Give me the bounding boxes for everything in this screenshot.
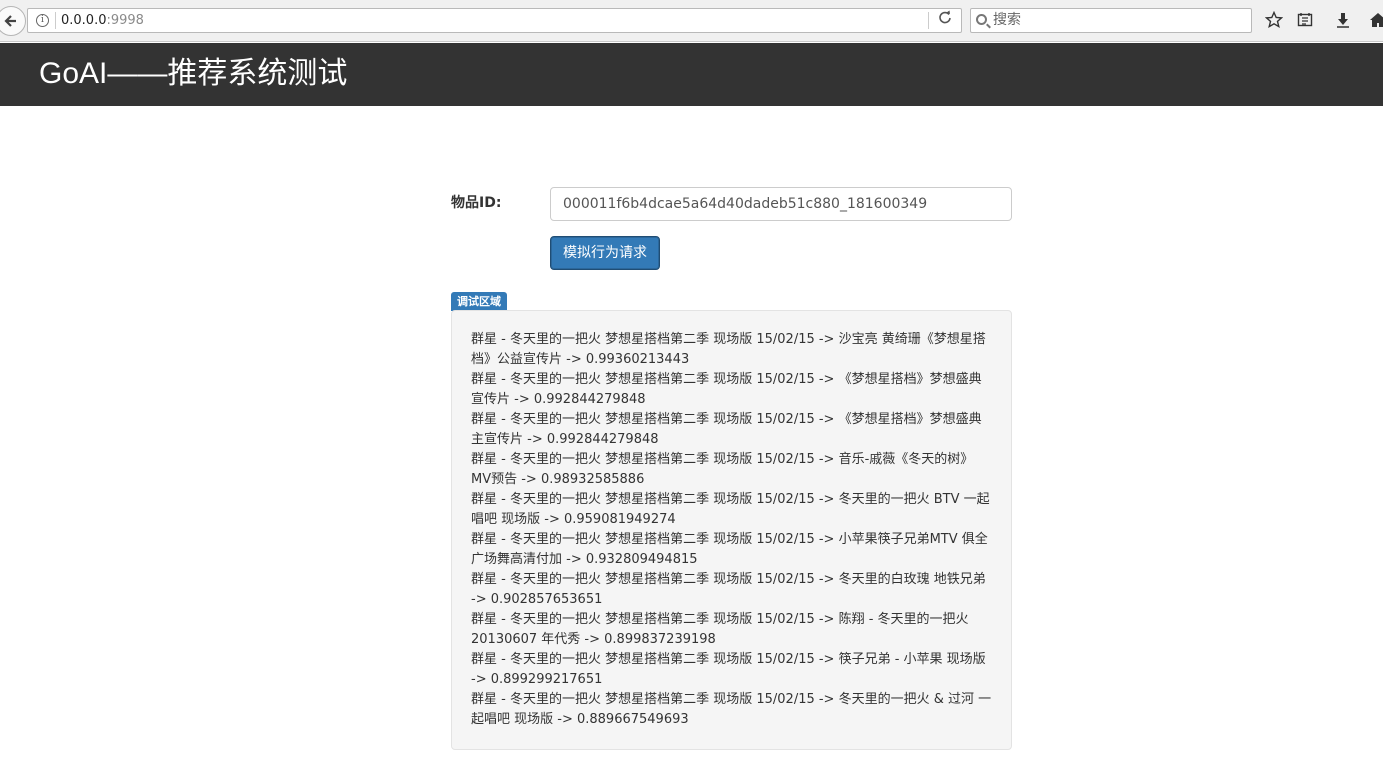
back-button[interactable] <box>0 6 26 36</box>
result-line: 群星 - 冬天里的一把火 梦想星搭档第二季 现场版 15/02/15 -> 沙宝… <box>471 332 986 367</box>
item-id-input[interactable] <box>550 187 1012 221</box>
result-line: 群星 - 冬天里的一把火 梦想星搭档第二季 现场版 15/02/15 -> 冬天… <box>471 692 992 727</box>
page-title: GoAI——推荐系统测试 <box>39 57 348 90</box>
item-id-label: 物品ID: <box>451 195 502 211</box>
reload-icon[interactable] <box>938 9 952 32</box>
result-line: 群星 - 冬天里的一把火 梦想星搭档第二季 现场版 15/02/15 -> 小苹… <box>471 532 988 567</box>
app-header: GoAI——推荐系统测试 <box>0 43 1383 106</box>
browser-toolbar: i 0.0.0.0:9998 搜索 <box>0 0 1383 42</box>
result-line: 群星 - 冬天里的一把火 梦想星搭档第二季 现场版 15/02/15 -> 陈翔… <box>471 612 969 647</box>
result-line: 群星 - 冬天里的一把火 梦想星搭档第二季 现场版 15/02/15 -> 冬天… <box>471 492 990 527</box>
url-text[interactable]: 0.0.0.0:9998 <box>61 9 144 32</box>
url-bar[interactable]: i 0.0.0.0:9998 <box>27 8 962 33</box>
result-line: 群星 - 冬天里的一把火 梦想星搭档第二季 现场版 15/02/15 -> 音乐… <box>471 452 974 487</box>
home-icon[interactable] <box>1367 9 1383 31</box>
url-divider <box>55 12 56 29</box>
search-placeholder: 搜索 <box>993 12 1021 28</box>
result-line: 群星 - 冬天里的一把火 梦想星搭档第二季 现场版 15/02/15 -> 筷子… <box>471 652 986 687</box>
reading-list-icon[interactable] <box>1294 9 1316 31</box>
result-line: 群星 - 冬天里的一把火 梦想星搭档第二季 现场版 15/02/15 -> 冬天… <box>471 572 986 607</box>
result-line: 群星 - 冬天里的一把火 梦想星搭档第二季 现场版 15/02/15 -> 《梦… <box>471 412 982 447</box>
site-info-icon[interactable]: i <box>36 14 49 27</box>
debug-results-panel: 群星 - 冬天里的一把火 梦想星搭档第二季 现场版 15/02/15 -> 沙宝… <box>451 310 1012 750</box>
search-icon <box>976 14 987 25</box>
url-port: :9998 <box>106 13 144 28</box>
url-host: 0.0.0.0 <box>61 13 107 28</box>
url-divider-right <box>928 12 929 29</box>
search-input[interactable]: 搜索 <box>970 8 1252 33</box>
debug-area-badge: 调试区域 <box>451 292 507 311</box>
result-line: 群星 - 冬天里的一把火 梦想星搭档第二季 现场版 15/02/15 -> 《梦… <box>471 372 982 407</box>
back-arrow-icon <box>4 15 16 27</box>
simulate-request-button[interactable]: 模拟行为请求 <box>550 236 660 270</box>
download-icon[interactable] <box>1332 9 1354 31</box>
bookmark-star-icon[interactable] <box>1263 9 1285 31</box>
